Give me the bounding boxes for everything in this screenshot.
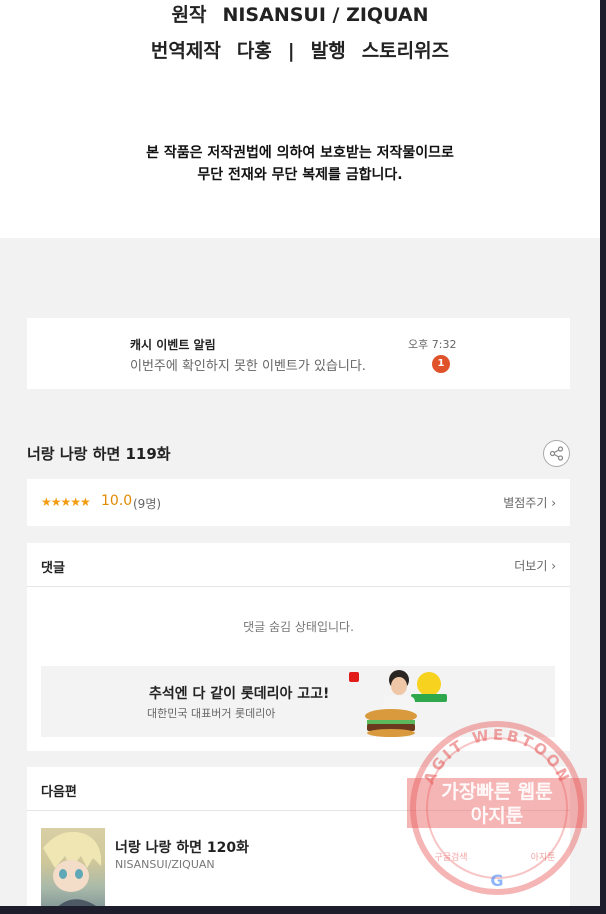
next-episode-label: 다음편 — [41, 785, 77, 800]
copyright-notice: 본 작품은 저작권법에 의하여 보호받는 저작물이므로 무단 전재와 무단 복제… — [0, 142, 600, 186]
comments-hidden-message: 댓글 숨김 상태입니다. — [243, 620, 354, 634]
copyright-line-1: 본 작품은 저작권법에 의하여 보호받는 저작물이므로 — [146, 145, 454, 161]
comments-label: 댓글 — [41, 561, 65, 576]
comments-header: 댓글 더보기 › — [27, 543, 570, 587]
translator-name: 다홍 — [236, 40, 272, 62]
episode-title: 너랑 나랑 하면 119화 — [27, 445, 171, 463]
share-icon — [549, 446, 564, 461]
comments-section: 댓글 더보기 › 댓글 숨김 상태입니다. 추석엔 다 같이 롯데리아 고고! … — [27, 543, 570, 751]
original-author: NISANSUI / ZIQUAN — [222, 4, 429, 26]
copyright-line-2: 무단 전재와 무단 복제를 금합니다. — [197, 167, 403, 183]
lotteria-ad-banner[interactable]: 추석엔 다 같이 롯데리아 고고! 대한민국 대표버거 롯데리아 — [41, 666, 555, 737]
star-rating-icon: ★★★★★ — [41, 495, 91, 509]
credits-section: 원작 NISANSUI / ZIQUAN 번역제작 다홍 | 발행 스토리위즈 본 작품은… — [0, 0, 600, 238]
bottom-edge — [0, 906, 600, 914]
rate-button[interactable]: 별점주기 › — [503, 494, 556, 511]
credit-divider: | — [287, 40, 295, 62]
notice-title: 캐시 이벤트 알림 — [130, 338, 216, 352]
cash-event-notice[interactable]: 캐시 이벤트 알림 이번주에 확인하지 못한 이벤트가 있습니다. 오후 7:3… — [27, 318, 570, 389]
next-episode-author: NISANSUI/ZIQUAN — [115, 858, 215, 871]
ad-burger-image — [349, 670, 447, 737]
notice-time: 오후 7:32 — [408, 338, 457, 351]
next-episode-item[interactable]: 너랑 나랑 하면 120화 NISANSUI/ZIQUAN — [27, 812, 570, 914]
ad-subtitle: 대한민국 대표버거 롯데리아 — [147, 707, 276, 720]
next-episode-section: 다음편 너랑 나랑 하면 120화 NISANSUI/ZIQUAN — [27, 767, 570, 914]
comments-more-button[interactable]: 더보기 › — [514, 557, 556, 574]
next-episode-header: 다음편 — [27, 767, 570, 811]
ad-headline: 추석엔 다 같이 롯데리아 고고! — [149, 686, 330, 702]
publisher-name: 스토리위즈 — [361, 40, 450, 62]
translation-label: 번역제작 — [150, 40, 221, 62]
thumbnail-art — [43, 831, 102, 914]
rating-count: (9명) — [133, 497, 162, 511]
publisher-label: 발행 — [310, 40, 346, 62]
rating-score: 10.0 — [101, 493, 133, 509]
production-credit: 번역제작 다홍 | 발행 스토리위즈 — [0, 36, 600, 63]
notice-message: 이번주에 확인하지 못한 이벤트가 있습니다. — [130, 359, 366, 374]
share-button[interactable] — [543, 440, 570, 467]
original-credit: 원작 NISANSUI / ZIQUAN — [0, 0, 600, 27]
next-episode-title: 너랑 나랑 하면 120화 — [115, 840, 250, 856]
notice-badge: 1 — [432, 355, 450, 373]
rating-bar: ★★★★★ 10.0 (9명) 별점주기 › — [27, 479, 570, 526]
window-edge — [600, 0, 606, 914]
original-label: 원작 — [171, 4, 207, 26]
next-episode-thumbnail — [41, 828, 105, 914]
